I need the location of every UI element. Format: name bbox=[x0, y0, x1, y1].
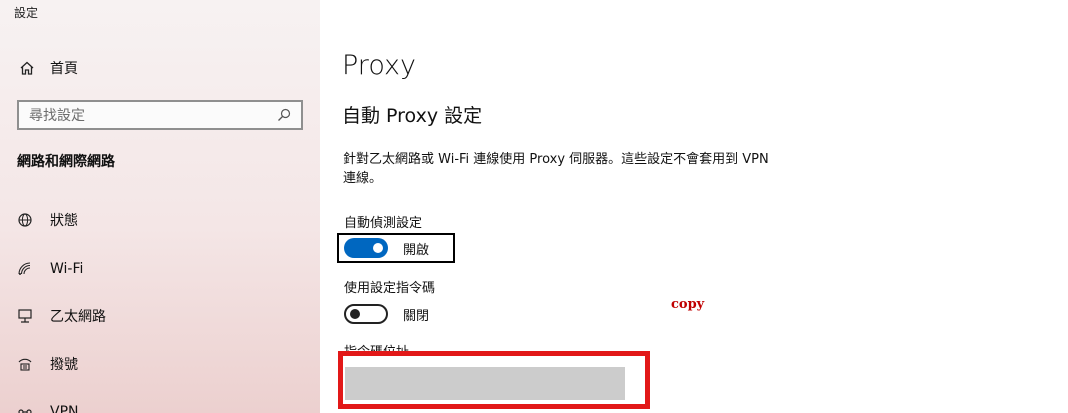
search-placeholder: 尋找設定 bbox=[29, 108, 85, 124]
auto-detect-label: 自動偵測設定 bbox=[344, 216, 423, 231]
sidebar-item-dialup[interactable]: 撥號 bbox=[0, 348, 320, 380]
script-address-input[interactable] bbox=[345, 367, 625, 400]
section-title: 自動 Proxy 設定 bbox=[342, 105, 483, 127]
sidebar-item-label: 撥號 bbox=[50, 357, 78, 373]
toggle-knob bbox=[373, 243, 383, 253]
sidebar-item-label: Wi-Fi bbox=[50, 261, 84, 277]
sidebar-item-home[interactable]: 首頁 bbox=[0, 52, 320, 84]
home-icon bbox=[18, 59, 36, 77]
description: 針對乙太網路或 Wi-Fi 連線使用 Proxy 伺服器。這些設定不會套用到 V… bbox=[343, 152, 769, 186]
auto-detect-state: 開啟 bbox=[403, 242, 430, 258]
sidebar: 設定 首頁 尋找設定 網路和網際網路 狀態 Wi-Fi 乙太網路 撥號 VPN bbox=[0, 0, 320, 413]
auto-detect-toggle[interactable] bbox=[344, 238, 388, 258]
search-icon[interactable] bbox=[275, 106, 293, 124]
use-script-label: 使用設定指令碼 bbox=[344, 281, 436, 296]
copy-watermark: copy bbox=[671, 297, 705, 312]
sidebar-item-label: 乙太網路 bbox=[50, 309, 106, 325]
auto-detect-focus: 開啟 bbox=[337, 233, 455, 263]
vpn-icon bbox=[16, 403, 34, 413]
window-title: 設定 bbox=[14, 6, 39, 20]
ethernet-icon bbox=[16, 307, 34, 325]
dialup-icon bbox=[16, 355, 34, 373]
main-content: Proxy 自動 Proxy 設定 針對乙太網路或 Wi-Fi 連線使用 Pro… bbox=[320, 0, 1068, 413]
use-script-toggle[interactable] bbox=[344, 304, 388, 324]
globe-icon bbox=[16, 211, 34, 229]
sidebar-item-status[interactable]: 狀態 bbox=[0, 204, 320, 236]
use-script-state: 關閉 bbox=[403, 308, 430, 324]
sidebar-item-vpn[interactable]: VPN bbox=[0, 396, 320, 413]
section-header: 網路和網際網路 bbox=[17, 154, 115, 170]
sidebar-item-label: VPN bbox=[50, 404, 79, 413]
wifi-icon bbox=[16, 260, 34, 278]
sidebar-item-ethernet[interactable]: 乙太網路 bbox=[0, 300, 320, 332]
search-input[interactable]: 尋找設定 bbox=[17, 100, 303, 130]
sidebar-item-label: 狀態 bbox=[50, 213, 78, 229]
toggle-knob bbox=[350, 309, 360, 319]
sidebar-item-label: 首頁 bbox=[50, 61, 78, 77]
use-script-row: 關閉 bbox=[344, 304, 429, 324]
page-title: Proxy bbox=[342, 50, 416, 81]
sidebar-item-wifi[interactable]: Wi-Fi bbox=[0, 253, 320, 285]
